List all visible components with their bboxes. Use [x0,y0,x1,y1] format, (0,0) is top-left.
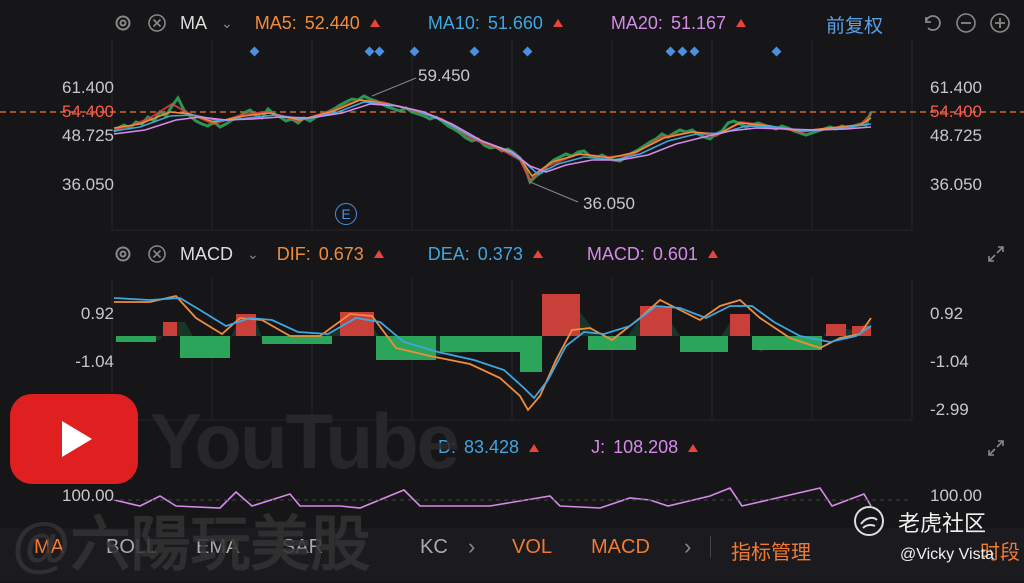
macd-axis-right-tick: -2.99 [930,400,969,419]
tab-vol[interactable]: VOL [512,536,552,559]
event-markers [249,46,782,57]
high-price-label: 59.450 [418,66,470,85]
indicator-manager-button[interactable]: 指标管理 [731,536,811,565]
macd-axis-left-tick: -1.04 [75,352,114,371]
up-arrow-icon [532,250,543,258]
ma20-line [113,103,872,173]
macd-bars-green [116,336,822,372]
chevron-right-icon: › [684,534,692,559]
kdj-axis-right-tick: 100.00 [930,486,982,505]
community-watermark: 老虎社区 [898,511,987,536]
price-candles [112,94,873,185]
chevron-right-icon: › [468,534,476,559]
axis-left-tick: 36.050 [62,175,114,194]
chart-canvas[interactable] [0,0,1024,581]
kdj-j-value: 108.208 [613,437,679,457]
axis-left-tick: 48.725 [62,126,114,145]
dea-value: 0.373 [477,243,523,264]
tiger-logo-icon [852,504,886,543]
macd-indicator-header: MACD ⌄ DIF: 0.673 DEA: 0.373 MACD: 0.601 [112,243,736,265]
user-watermark: @Vicky Vista [900,546,994,563]
axis-right-tick: 36.050 [930,175,982,194]
up-arrow-icon [529,443,540,452]
expand-icon[interactable] [986,244,1006,269]
youtube-logo-icon [10,394,138,484]
axis-left-tick: 61.400 [62,78,114,97]
macd-axis-left-tick: 0.92 [80,304,114,323]
close-icon[interactable] [146,243,168,265]
earnings-event-icon[interactable]: E [335,203,357,225]
macd-histogram [114,294,871,370]
tab-macd[interactable]: MACD [591,536,650,559]
expand-icon[interactable] [986,438,1006,463]
macd-label: MACD: [586,243,645,264]
tab-divider [710,536,711,558]
channel-watermark: @六陽玩美股 [12,511,371,578]
dea-readout: DEA: 0.373 [428,244,543,265]
ma10-line [113,101,872,175]
tab-kc[interactable]: KC [420,536,448,559]
low-price-label: 36.050 [583,194,635,213]
up-arrow-icon [373,250,384,258]
macd-readout: MACD: 0.601 [587,244,718,265]
indicator-name: MACD [180,243,233,264]
macd-axis-right-tick: 0.92 [930,304,964,323]
dif-label: DIF: [276,243,311,264]
play-icon [62,421,92,457]
axis-right-current-price: 54.400 [930,102,982,121]
kdj-d-value: 83.428 [464,437,520,457]
dif-readout: DIF: 0.673 [277,244,384,265]
kdj-j-readout: J: 108.208 [591,437,699,458]
dif-value: 0.673 [318,243,364,264]
macd-value: 0.601 [652,243,698,264]
kdj-indicator-header: D: 83.428 J: 108.208 [438,437,716,458]
axis-left-current-price: 54.400 [62,102,114,121]
macd-axis-right-tick: -1.04 [930,352,969,371]
up-arrow-icon [688,443,699,452]
macd-indicator-selector[interactable]: MACD ⌄ [180,244,259,265]
axis-right-tick: 48.725 [930,126,982,145]
settings-icon[interactable] [112,243,134,265]
kdj-j-label: J: [591,437,606,457]
up-arrow-icon [707,250,718,258]
dea-label: DEA: [427,243,470,264]
axis-right-tick: 61.400 [930,78,982,97]
youtube-watermark-text: YouTube [150,397,460,485]
chevron-down-icon: ⌄ [247,245,259,262]
